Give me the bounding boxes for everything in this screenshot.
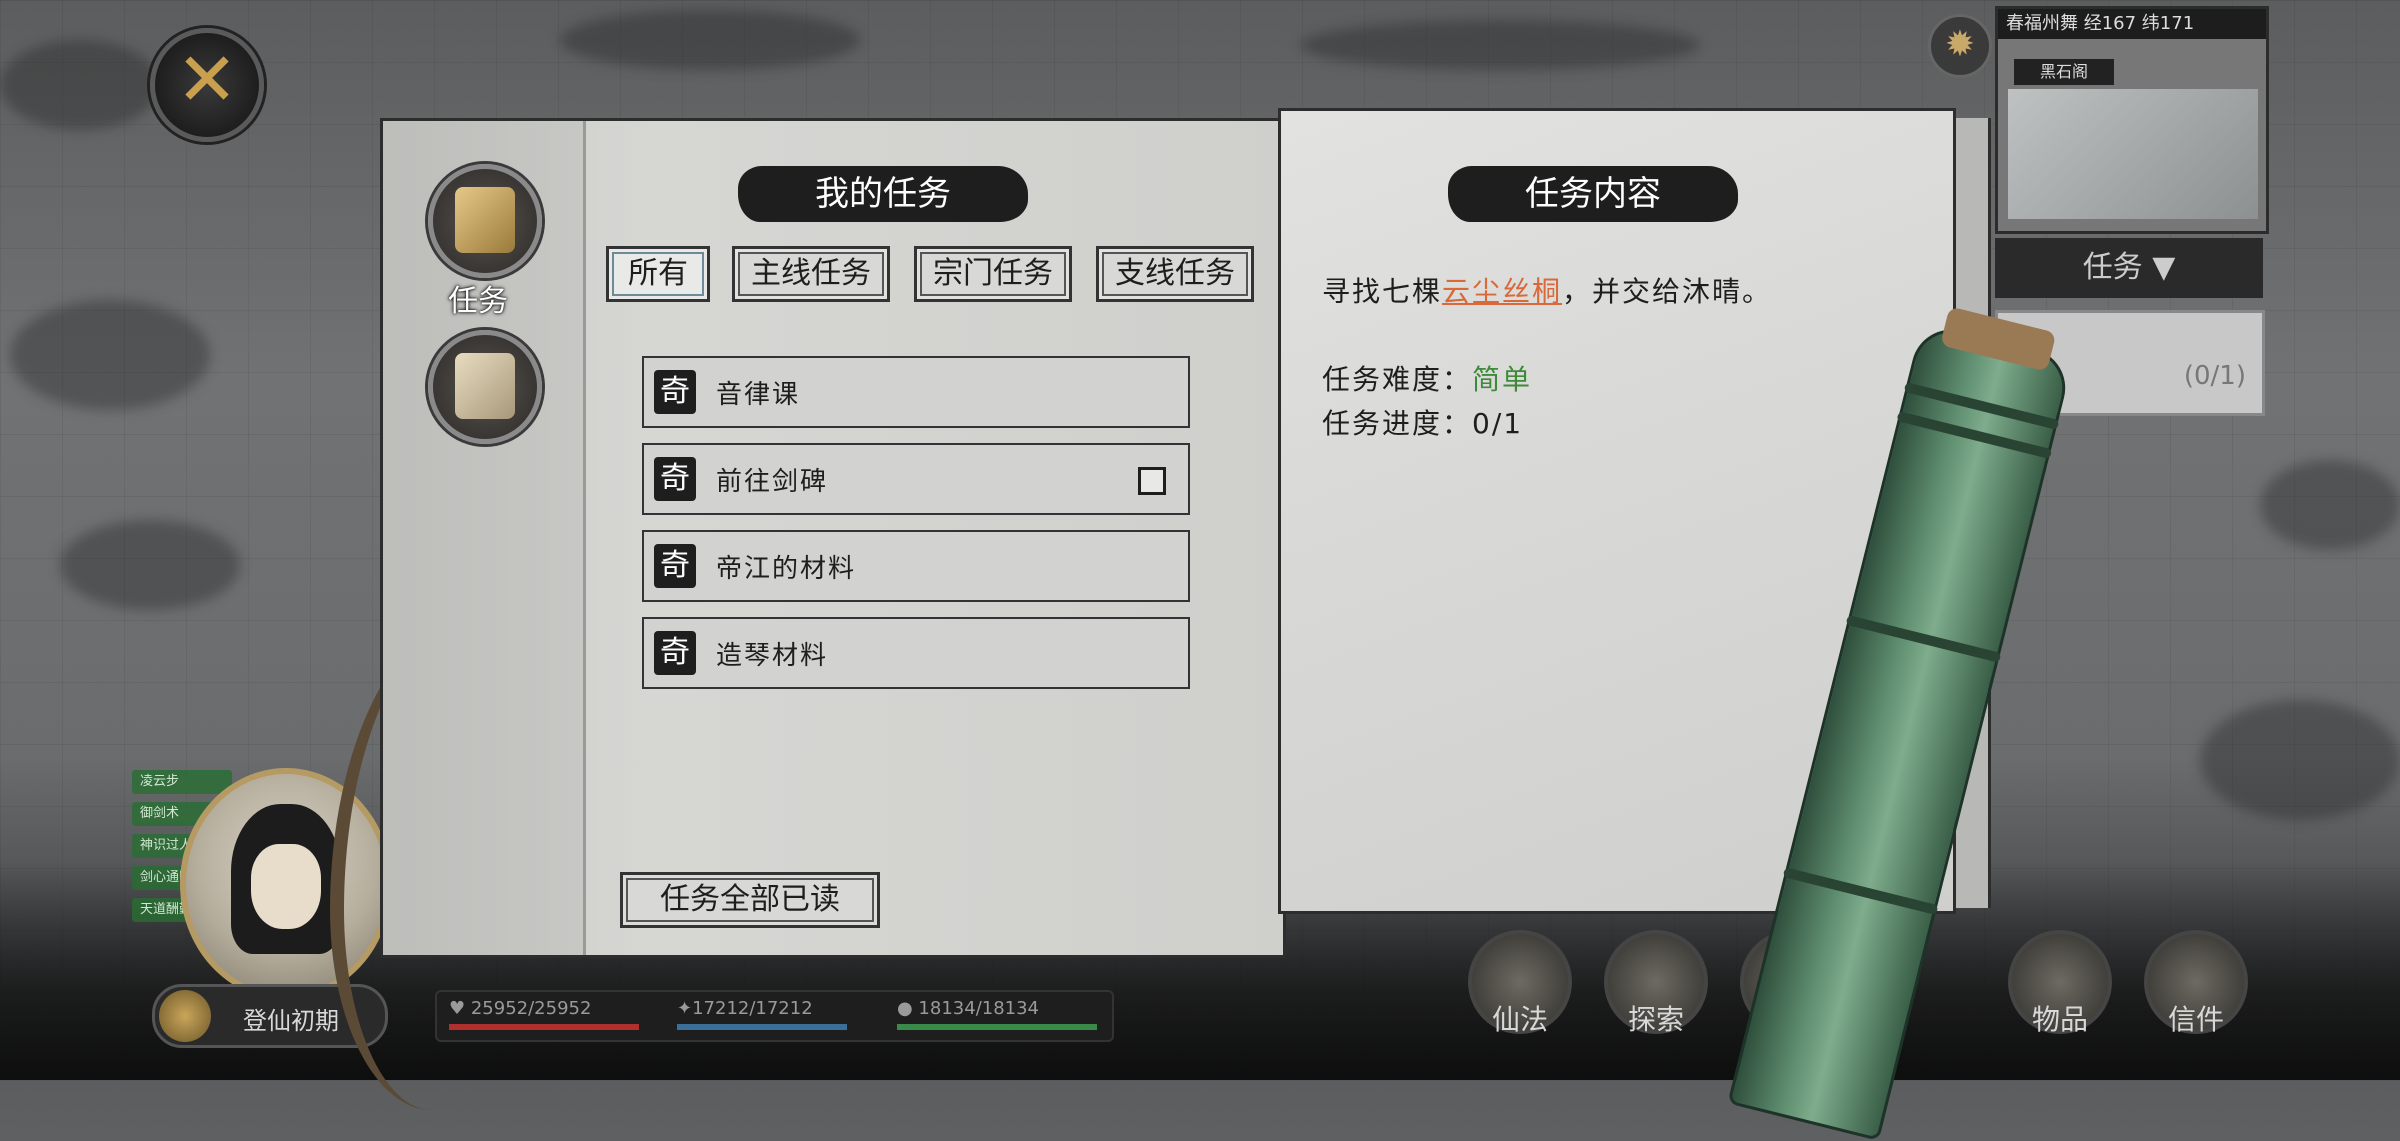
tracked-task-progress: (0/1) [2183,361,2246,391]
menu-button-letters[interactable]: 信件 [2144,930,2248,1036]
quest-list-item[interactable]: 奇 音律课 [642,356,1190,428]
progress-value: 0/1 [1472,407,1524,440]
map-mountain [560,10,860,70]
description-highlight[interactable]: 云尘丝桐 [1442,275,1562,308]
map-mountain [0,40,160,130]
quest-tab-icon-button[interactable] [428,164,542,278]
quest-list-title: 我的任务 [738,166,1028,222]
quest-name: 帝江的材料 [716,554,857,584]
quest-list-item[interactable]: 奇 帝江的材料 [642,530,1190,602]
gear-icon[interactable]: ✹ [1928,14,1992,78]
quest-type-badge: 奇 [654,457,696,501]
menu-label: 物品 [2031,1003,2088,1036]
menu-label: 探索 [1627,1003,1684,1036]
menu-button-magic[interactable]: 仙法 [1468,930,1572,1036]
tab-all[interactable]: 所有 [606,246,710,302]
quest-description: 寻找七棵云尘丝桐，并交给沐晴。 [1322,270,1772,310]
bamboo-knot [1845,614,2002,663]
quest-list-item[interactable]: 奇 造琴材料 [642,617,1190,689]
progress-label: 任务进度： [1322,407,1473,440]
mana-text: ✦17212/17212 [677,998,813,1019]
tab-side-quests[interactable]: 支线任务 [1096,246,1254,302]
map-mountain [60,520,240,610]
letters-tab-icon-button[interactable] [428,330,542,444]
quest-list-item[interactable]: 奇 前往剑碑 [642,443,1190,515]
map-mountain [10,300,210,410]
description-prefix: 寻找七棵 [1322,275,1443,308]
map-mountain [1300,20,1700,70]
menu-label: 仙法 [1491,1003,1548,1036]
menu-button-explore[interactable]: 探索 [1604,930,1708,1036]
tab-main-quests[interactable]: 主线任务 [732,246,890,302]
status-effect[interactable]: 凌云步 [132,770,232,794]
quest-progress: 任务进度：0/1 [1322,402,1523,442]
realm-icon [159,990,211,1042]
stamina-text: ● 18134/18134 [897,998,1040,1019]
stamina-bar [897,1024,1097,1030]
bamboo-knot [1782,867,1939,916]
quest-type-badge: 奇 [654,544,696,588]
quest-name: 造琴材料 [716,641,829,671]
quest-name: 前往剑碑 [716,467,829,497]
quest-name: 音律课 [716,380,801,410]
letter-icon [455,353,515,419]
menu-label: 信件 [2167,1003,2224,1036]
minimap-header: 春福州舞 经167 纬171 [1998,9,2266,39]
realm-label: 登仙初期 [243,1007,339,1035]
tab-sect-quests[interactable]: 宗门任务 [914,246,1072,302]
close-button[interactable]: ✕ [150,28,264,142]
minimap-location-tag: 黑石阁 [2014,59,2114,85]
scroll-icon [455,187,515,253]
mark-all-read-button[interactable]: 任务全部已读 [620,872,880,928]
minimap[interactable]: 春福州舞 经167 纬171 黑石阁 [1995,6,2269,234]
quest-detail-title: 任务内容 [1448,166,1738,222]
map-mountain [2200,700,2400,820]
difficulty-label: 任务难度： [1322,363,1473,396]
difficulty-value: 简单 [1472,363,1533,396]
book-spine [583,121,586,955]
quest-type-badge: 奇 [654,370,696,414]
mana-bar [677,1024,847,1030]
map-mountain [2260,460,2400,550]
portrait-face [251,844,321,929]
minimap-view [2008,89,2258,219]
quest-type-badge: 奇 [654,631,696,675]
quest-tab-label: 任务 [448,284,508,319]
task-dropdown[interactable]: 任务 ▼ [1995,238,2263,298]
close-x-icon: ✕ [175,37,238,123]
menu-button-items[interactable]: 物品 [2008,930,2112,1036]
description-suffix: ，并交给沐晴。 [1562,275,1773,308]
quest-track-checkbox[interactable] [1138,467,1166,495]
quest-difficulty: 任务难度：简单 [1322,358,1532,398]
